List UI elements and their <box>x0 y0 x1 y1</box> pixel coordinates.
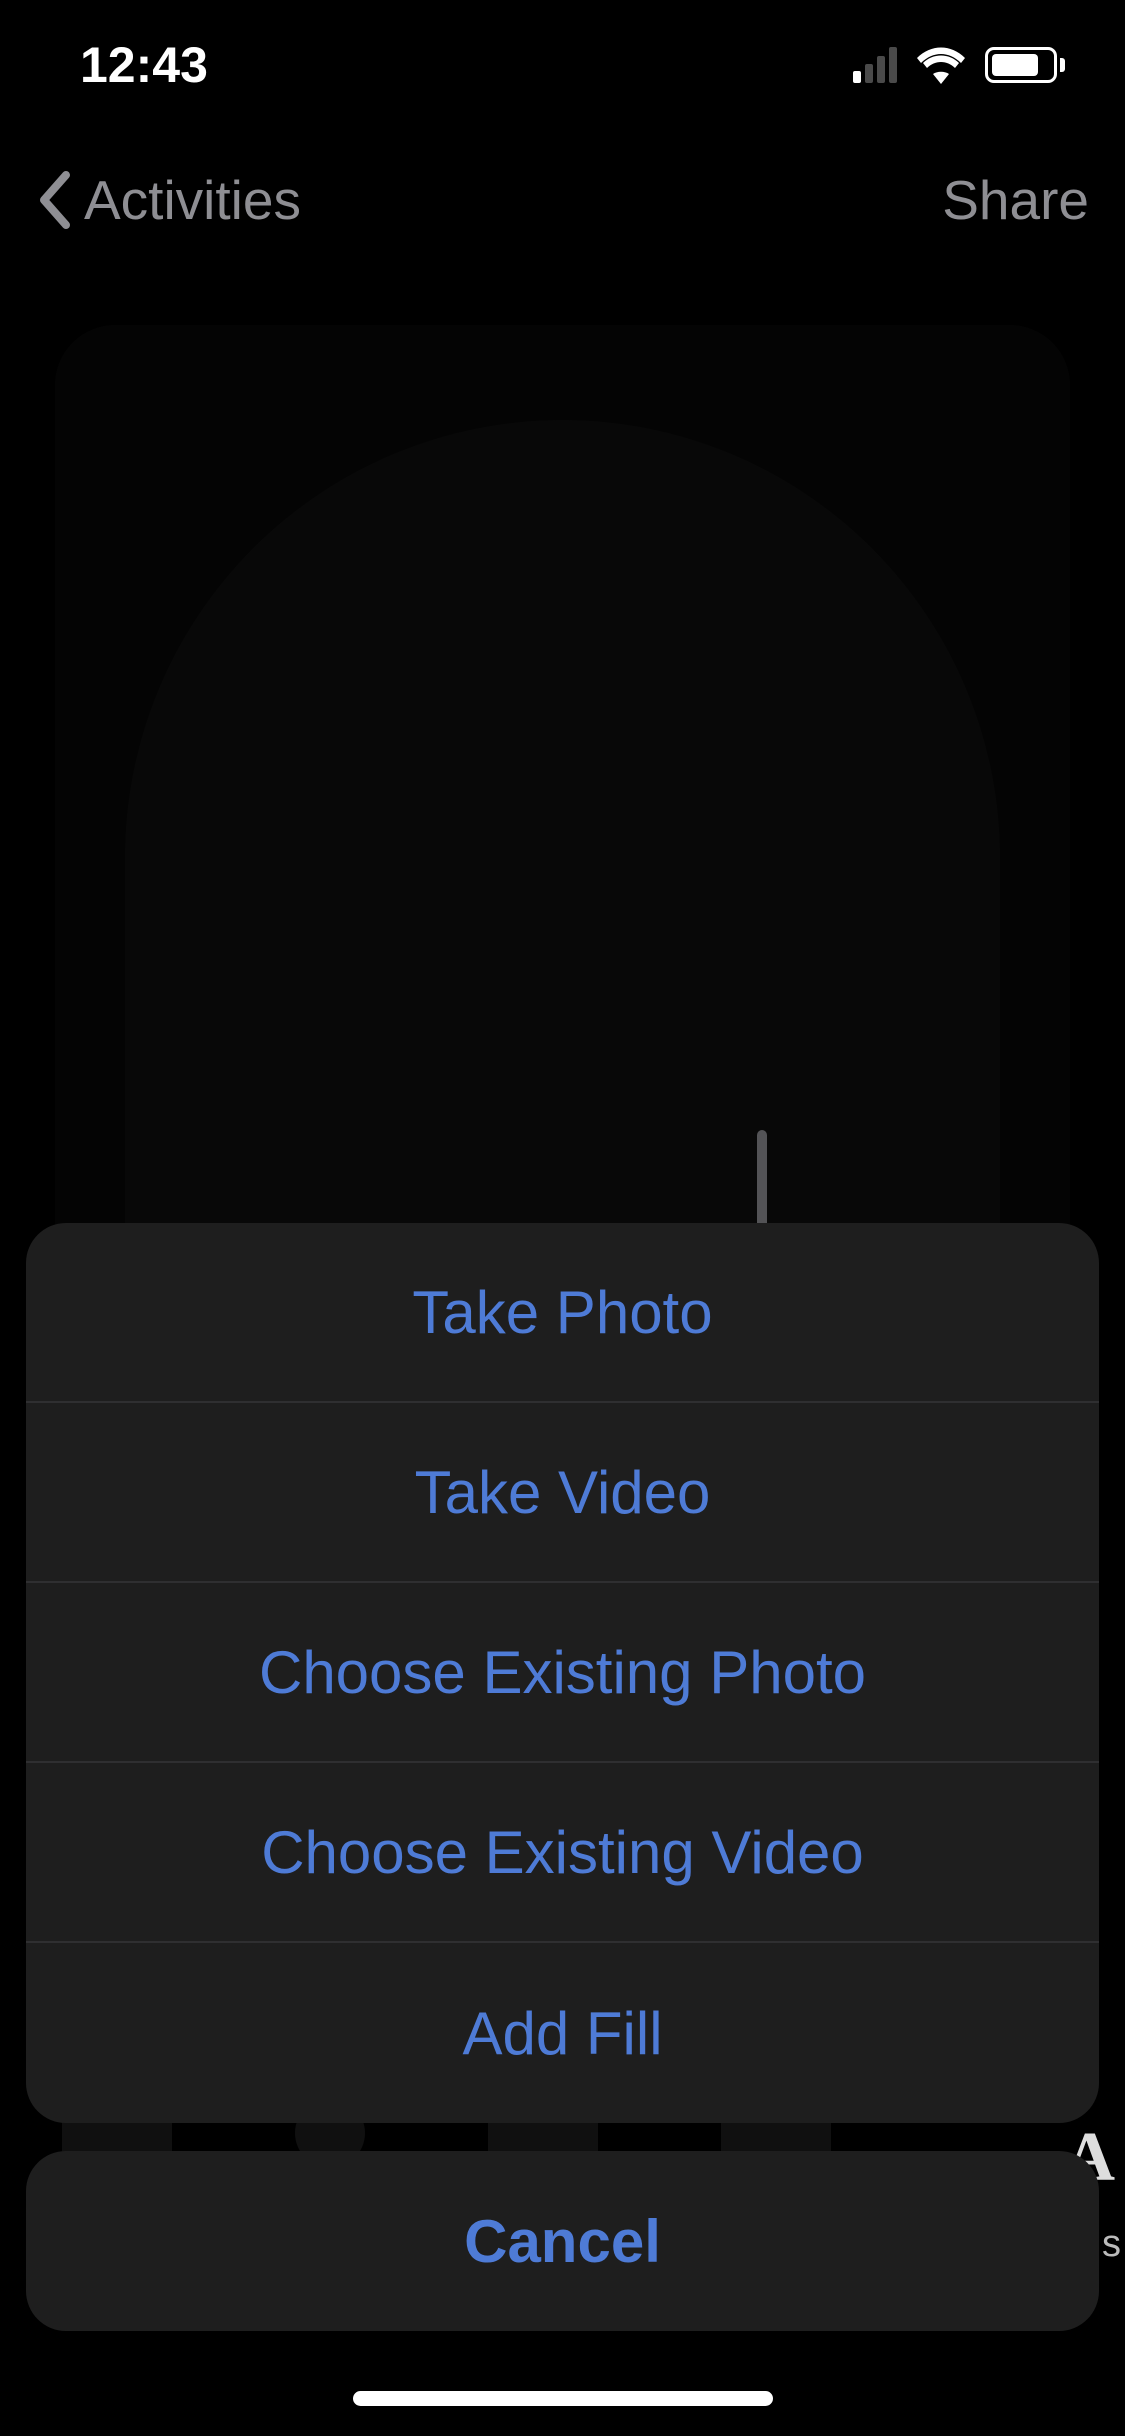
action-sheet-cancel-group: Cancel <box>26 2151 1099 2331</box>
take-video-button[interactable]: Take Video <box>26 1403 1099 1583</box>
nav-bar: Activities Share <box>0 150 1125 250</box>
share-label: Share <box>942 169 1089 231</box>
obscured-glyph-2: s <box>1102 2223 1121 2266</box>
take-photo-button[interactable]: Take Photo <box>26 1223 1099 1403</box>
home-indicator[interactable] <box>353 2391 773 2406</box>
choose-existing-photo-button[interactable]: Choose Existing Photo <box>26 1583 1099 1763</box>
status-right <box>853 46 1065 84</box>
add-fill-button[interactable]: Add Fill <box>26 1943 1099 2123</box>
action-sheet-item-label: Take Video <box>415 1458 711 1527</box>
wifi-icon <box>915 46 967 84</box>
chevron-left-icon <box>36 171 70 229</box>
status-bar: 12:43 <box>0 0 1125 130</box>
cancel-label: Cancel <box>464 2207 661 2276</box>
action-sheet-item-label: Choose Existing Video <box>261 1818 864 1887</box>
choose-existing-video-button[interactable]: Choose Existing Video <box>26 1763 1099 1943</box>
share-button[interactable]: Share <box>942 168 1089 232</box>
back-label: Activities <box>84 168 301 232</box>
action-sheet-item-label: Take Photo <box>412 1278 712 1347</box>
cellular-icon <box>853 47 897 83</box>
status-time: 12:43 <box>80 36 208 94</box>
cancel-button[interactable]: Cancel <box>26 2151 1099 2331</box>
action-sheet: Take Photo Take Video Choose Existing Ph… <box>26 1223 1099 2331</box>
action-sheet-item-label: Add Fill <box>462 1999 662 2068</box>
action-sheet-group: Take Photo Take Video Choose Existing Ph… <box>26 1223 1099 2123</box>
battery-icon <box>985 47 1065 83</box>
back-button[interactable]: Activities <box>36 168 301 232</box>
action-sheet-item-label: Choose Existing Photo <box>259 1638 866 1707</box>
